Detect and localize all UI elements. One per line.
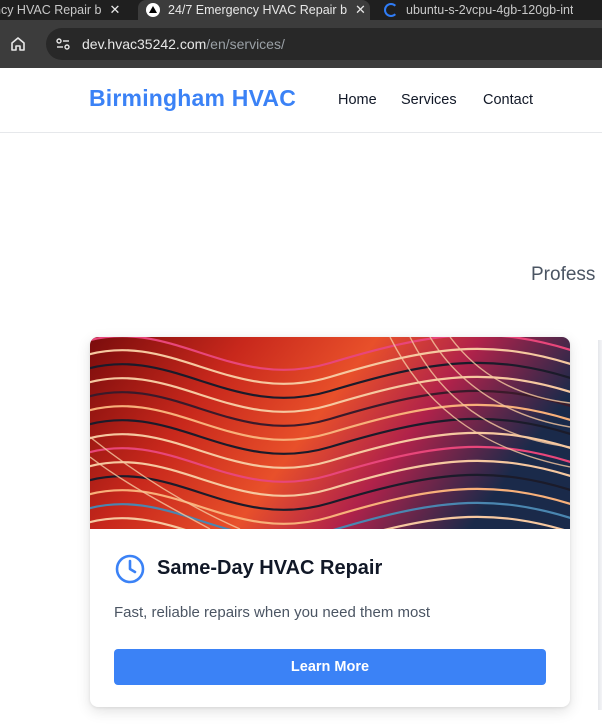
service-card-title: Same-Day HVAC Repair bbox=[157, 557, 383, 579]
browser-toolbar: dev.hvac35242.com/en/services/ bbox=[0, 20, 602, 68]
browser-tab[interactable]: ubuntu-s-2vcpu-4gb-120gb-int bbox=[372, 0, 602, 20]
url-path: /en/services/ bbox=[206, 36, 285, 52]
nav-link-contact[interactable]: Contact bbox=[483, 92, 533, 108]
site-favicon-icon bbox=[146, 3, 160, 17]
nav-link-home[interactable]: Home bbox=[338, 92, 377, 108]
tab-title: ncy HVAC Repair b bbox=[0, 3, 102, 17]
site-settings-icon[interactable] bbox=[54, 35, 72, 53]
tab-title: 24/7 Emergency HVAC Repair b bbox=[168, 3, 348, 17]
page-subtitle: Profess bbox=[531, 264, 596, 285]
browser-tab-active[interactable]: 24/7 Emergency HVAC Repair b ✕ bbox=[138, 0, 370, 20]
service-card: Same-Day HVAC Repair Fast, reliable repa… bbox=[90, 337, 570, 707]
service-card-image bbox=[90, 337, 570, 529]
learn-more-button[interactable]: Learn More bbox=[114, 649, 546, 685]
browser-tab[interactable]: ncy HVAC Repair b ✕ bbox=[0, 0, 130, 20]
service-card-description: Fast, reliable repairs when you need the… bbox=[114, 604, 430, 621]
close-tab-icon[interactable]: ✕ bbox=[109, 2, 120, 18]
tab-title: ubuntu-s-2vcpu-4gb-120gb-int bbox=[406, 3, 574, 17]
clock-icon bbox=[115, 554, 145, 584]
nav-link-services[interactable]: Services bbox=[401, 92, 457, 108]
home-icon[interactable] bbox=[8, 34, 28, 54]
site-header: Birmingham HVAC Home Services Contact bbox=[0, 68, 602, 133]
next-service-card-edge bbox=[598, 340, 602, 710]
close-tab-icon[interactable]: ✕ bbox=[355, 2, 366, 18]
browser-tab-strip: ncy HVAC Repair b ✕ 24/7 Emergency HVAC … bbox=[0, 0, 602, 20]
url-text[interactable]: dev.hvac35242.com/en/services/ bbox=[82, 36, 285, 52]
url-host: dev.hvac35242.com bbox=[82, 36, 207, 52]
address-bar[interactable]: dev.hvac35242.com/en/services/ bbox=[46, 28, 602, 60]
brand-logo-link[interactable]: Birmingham HVAC bbox=[89, 85, 296, 112]
loading-favicon-icon bbox=[384, 3, 398, 17]
